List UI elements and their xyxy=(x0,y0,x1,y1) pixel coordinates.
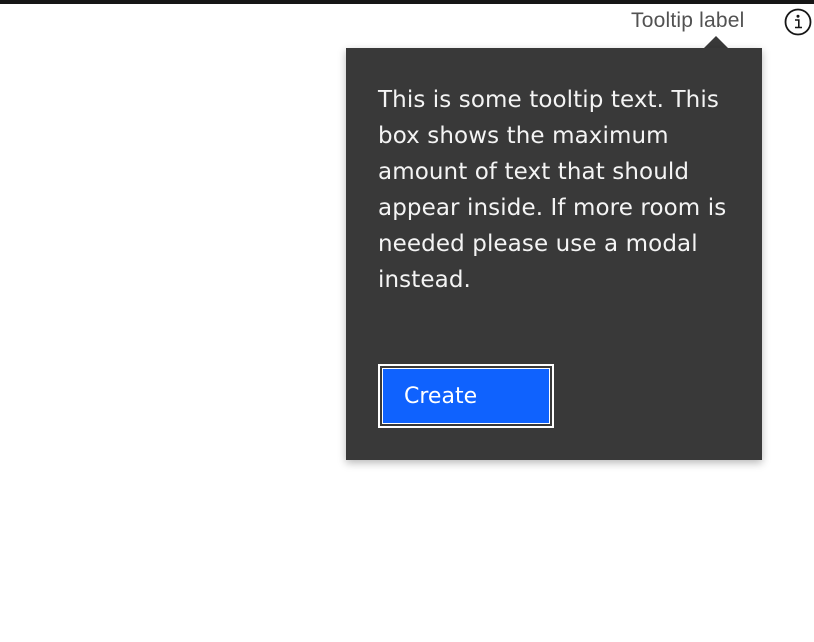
tooltip-trigger-label: Tooltip label xyxy=(631,9,745,32)
info-icon[interactable] xyxy=(784,8,812,36)
tooltip-trigger[interactable]: Tooltip label xyxy=(631,6,745,36)
create-button-label: Create xyxy=(382,368,550,424)
tooltip-caret xyxy=(704,36,728,48)
create-button[interactable]: Create xyxy=(378,364,554,428)
tooltip-body-text: This is some tooltip text. This box show… xyxy=(378,87,727,293)
top-border xyxy=(0,0,814,4)
